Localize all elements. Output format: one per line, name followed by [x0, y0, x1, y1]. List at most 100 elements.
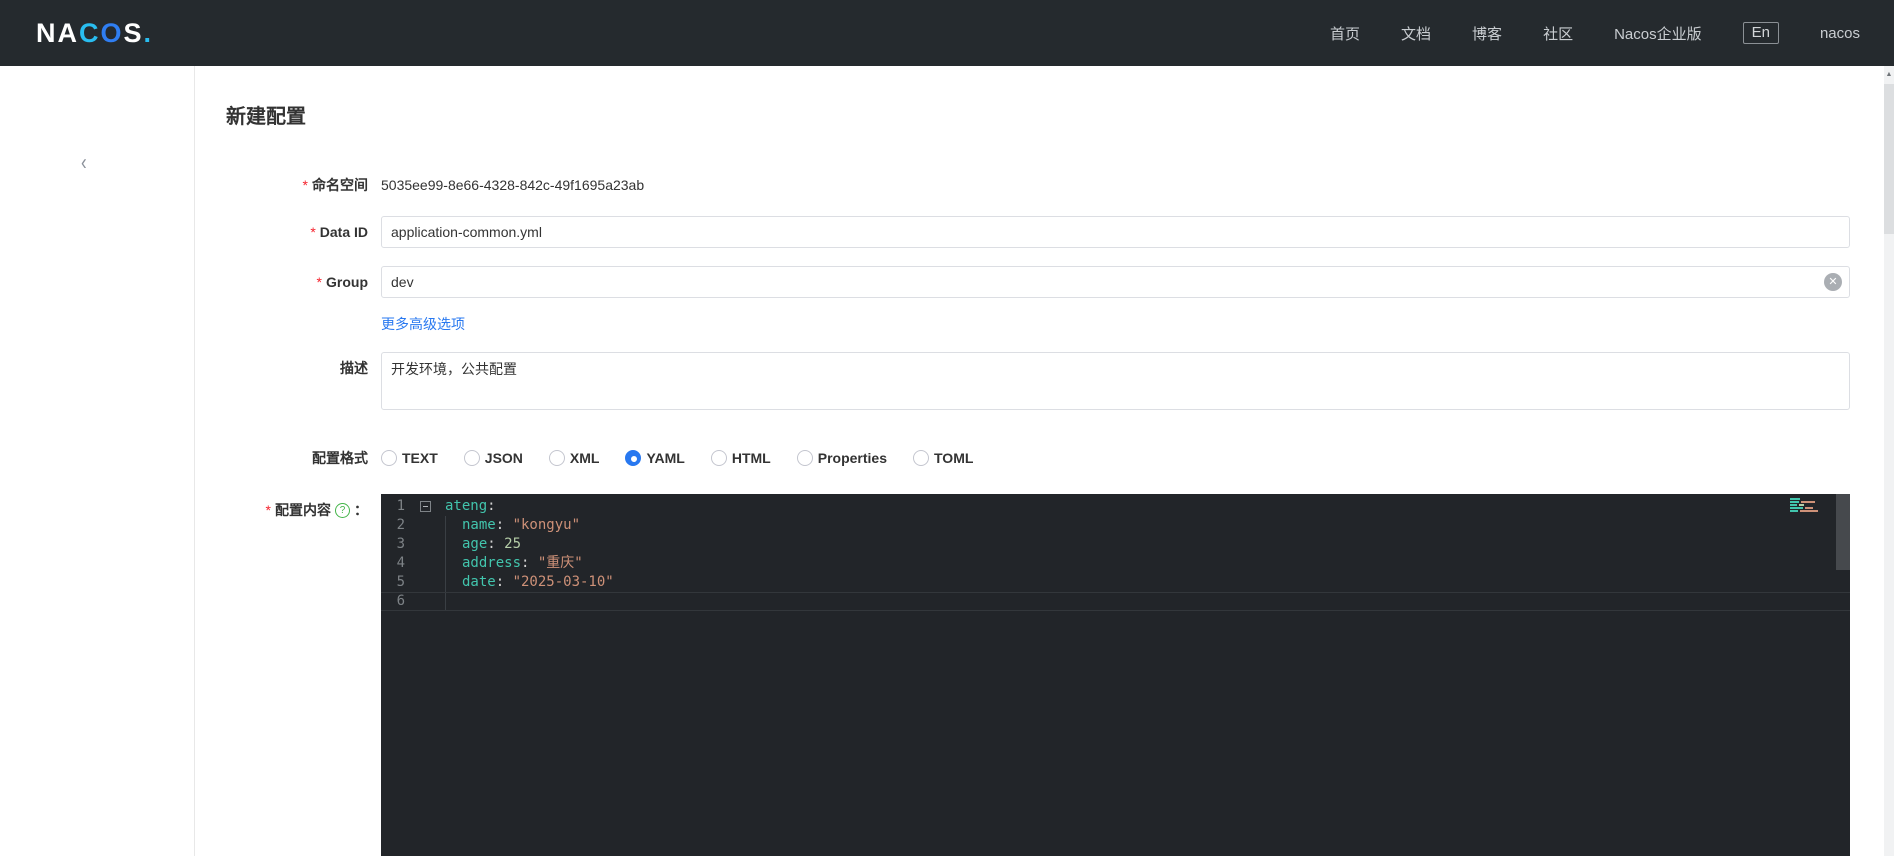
indent-guide [445, 554, 462, 573]
token-key: address [462, 555, 522, 571]
radio-icon [710, 450, 727, 466]
token-str: "kongyu" [512, 517, 581, 533]
minimap-segment [1801, 501, 1815, 503]
group-row: *Group ✕ [226, 266, 1850, 298]
code-text: address: "重庆" [445, 554, 583, 573]
page-scrollbar[interactable]: ▲ [1884, 66, 1894, 856]
format-option-YAML[interactable]: YAML [625, 450, 685, 466]
format-option-XML[interactable]: XML [548, 450, 600, 466]
required-asterisk: * [310, 224, 316, 240]
line-number: 4 [396, 555, 405, 571]
fold-collapse-icon[interactable] [419, 501, 431, 512]
radio-icon [381, 450, 397, 466]
minimap-row [1786, 504, 1834, 506]
code-line[interactable]: 6 [381, 592, 1850, 611]
nav-item[interactable]: Nacos企业版 [1614, 23, 1702, 44]
format-option-HTML[interactable]: HTML [710, 450, 771, 466]
radio-icon [913, 450, 929, 466]
format-option-label: JSON [484, 450, 523, 466]
logo-part: NA [36, 17, 79, 48]
line-number: 1 [396, 498, 405, 514]
group-label: * Group [316, 274, 368, 290]
line-number: 6 [396, 593, 405, 609]
fold-column [405, 535, 445, 554]
format-option-JSON[interactable]: JSON [463, 450, 523, 466]
data-id-label: * Data ID [310, 224, 368, 240]
editor-scrollbar-thumb[interactable] [1836, 494, 1850, 570]
format-option-TOML[interactable]: TOML [913, 450, 973, 466]
clear-input-icon[interactable]: ✕ [1824, 273, 1842, 291]
nav-item[interactable]: 博客 [1472, 23, 1502, 44]
token-key: name [462, 517, 496, 533]
sidebar-collapse-chevron-icon[interactable]: ‹ [81, 151, 87, 173]
token-punc: : [487, 498, 496, 514]
minimap-segment [1790, 504, 1797, 506]
code-line[interactable]: 5 date: "2025-03-10" [381, 573, 1850, 592]
radio-icon [796, 450, 813, 466]
indent-guide [445, 535, 462, 554]
logo-part: O [100, 17, 124, 48]
line-number: 5 [396, 574, 405, 590]
required-asterisk: * [316, 274, 322, 290]
namespace-row: * 命名空间 5035ee99-8e66-4328-842c-49f1695a23… [226, 173, 1850, 197]
username-menu[interactable]: nacos [1820, 25, 1860, 42]
editor-minimap[interactable] [1786, 498, 1834, 513]
minimap-segment [1790, 507, 1803, 509]
minimap-segment [1799, 504, 1804, 506]
help-icon[interactable]: ? [335, 502, 350, 518]
minimap-segment [1790, 501, 1799, 503]
format-option-label: TEXT [402, 450, 438, 466]
language-toggle[interactable]: En [1742, 22, 1779, 44]
minimap-segment [1790, 510, 1798, 512]
description-textarea[interactable]: 开发环境，公共配置 [381, 352, 1850, 410]
description-label: 描述 [340, 360, 368, 376]
format-option-label: XML [569, 450, 600, 466]
fold-column [405, 573, 445, 592]
token-punc: : [521, 555, 538, 571]
namespace-label: * 命名空间 [302, 177, 368, 193]
namespace-value: 5035ee99-8e66-4328-842c-49f1695a23ab [381, 177, 645, 193]
nacos-logo[interactable]: NACOS. [36, 18, 153, 49]
code-text: age: 25 [445, 535, 521, 554]
radio-icon [463, 450, 480, 466]
format-option-label: HTML [731, 450, 771, 466]
format-option-label: TOML [934, 450, 974, 466]
indent-guide [445, 593, 462, 610]
more-advanced-options-link[interactable]: 更多高级选项 [381, 317, 465, 331]
code-text [445, 593, 462, 610]
code-line[interactable]: 4 address: "重庆" [381, 554, 1850, 573]
line-number: 2 [396, 517, 405, 533]
minimap-row [1786, 510, 1834, 512]
nav-item[interactable]: 首页 [1330, 23, 1360, 44]
format-row: 配置格式 TEXT JSON XML YAML HTML Properties TOML [226, 447, 1850, 469]
scrollbar-thumb[interactable] [1884, 84, 1894, 234]
left-rail: ‹ [0, 66, 195, 856]
format-option-Properties[interactable]: Properties [796, 450, 887, 466]
page-title: 新建配置 [226, 106, 306, 128]
logo-part: S [123, 17, 144, 48]
nav-menu: 首页 文档 博客 社区 Nacos企业版 [1289, 23, 1702, 44]
content-row: * 配置内容?： 1 ateng: 2 name: "kongyu" 3 age: 25 4 a… [226, 494, 1850, 856]
scrollbar-up-arrow-icon[interactable]: ▲ [1884, 66, 1894, 84]
minimap-segment [1805, 507, 1813, 509]
data-id-input[interactable] [381, 216, 1850, 248]
data-id-row: * Data ID [226, 216, 1850, 248]
indent-guide [445, 573, 462, 592]
token-punc: : [495, 574, 513, 590]
format-option-label: YAML [646, 450, 685, 466]
format-option-TEXT[interactable]: TEXT [381, 450, 438, 466]
radio-icon [548, 450, 565, 466]
fold-column [405, 497, 445, 516]
config-content-editor[interactable]: 1 ateng: 2 name: "kongyu" 3 age: 25 4 address: … [381, 494, 1850, 856]
group-input[interactable] [381, 266, 1850, 298]
description-row: 描述 开发环境，公共配置 [226, 352, 1850, 415]
token-punc: : [495, 517, 513, 533]
code-line[interactable]: 1 ateng: [381, 497, 1850, 516]
code-line[interactable]: 3 age: 25 [381, 535, 1850, 554]
indent-guide [445, 516, 462, 535]
code-line[interactable]: 2 name: "kongyu" [381, 516, 1850, 535]
nav-item[interactable]: 社区 [1543, 23, 1573, 44]
logo-part: C [79, 17, 101, 48]
minimap-row [1786, 501, 1834, 503]
nav-item[interactable]: 文档 [1401, 23, 1431, 44]
